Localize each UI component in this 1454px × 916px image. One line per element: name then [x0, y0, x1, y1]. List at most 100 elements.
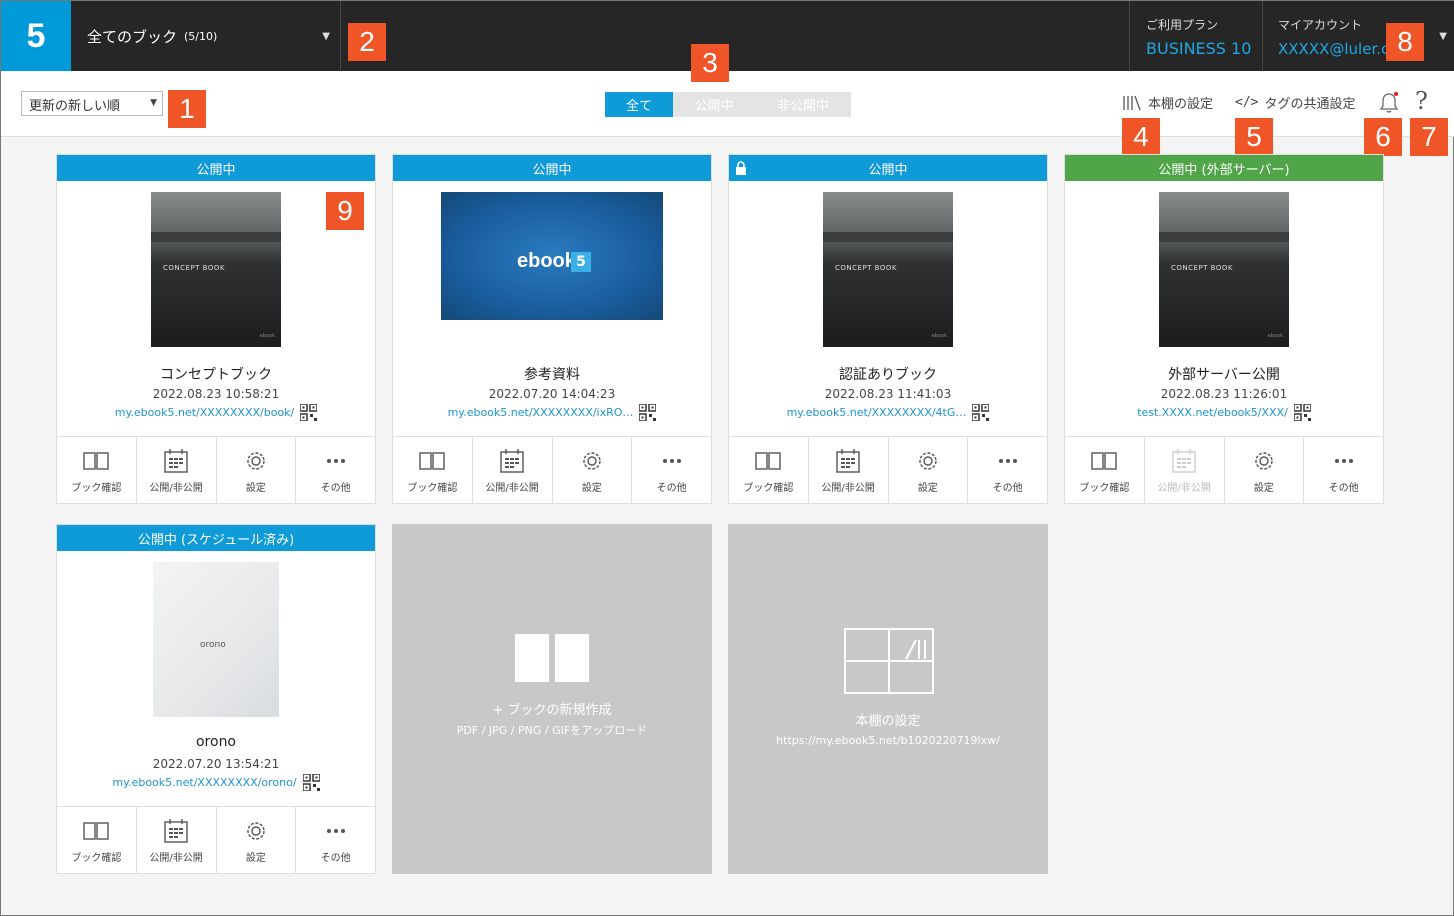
book-url-link[interactable]: my.ebook5.net/XXXXXXXX/ixRO… — [448, 406, 634, 419]
book-card[interactable]: 公開中 (外部サーバー) CONCEPT BOOK ebook 外部サーバー公開… — [1064, 154, 1384, 504]
cover-stamp: ebook — [259, 333, 275, 339]
book-card[interactable]: 公開中 ebook 5 参考資料 2022.07.20 14:04:23 my.… — [392, 154, 712, 504]
marker-9: 9 — [326, 192, 364, 230]
settings-button[interactable]: 設定 — [553, 437, 633, 503]
sort-dropdown[interactable]: 更新の新しい順 ▼ — [21, 91, 163, 116]
book-open-icon — [83, 452, 110, 470]
lock-icon — [736, 161, 746, 175]
settings-button[interactable]: 設定 — [889, 437, 969, 503]
preview-label: ブック確認 — [71, 483, 122, 494]
book-card[interactable]: 公開中 CONCEPT BOOK ebook 認証ありブック 2022.08.2… — [728, 154, 1048, 504]
gear-icon — [247, 452, 265, 470]
preview-label: ブック確認 — [71, 853, 122, 864]
tag-settings-link[interactable]: </> タグの共通設定 — [1235, 93, 1356, 112]
book-filter-dropdown[interactable]: 全てのブック (5/10) ▼ — [71, 1, 341, 71]
more-label: その他 — [320, 853, 351, 864]
book-name: コンセプトブック — [160, 367, 272, 383]
book-open-icon — [1091, 452, 1118, 470]
publish-label: 公開/非公開 — [149, 853, 203, 864]
qr-code-icon[interactable] — [639, 404, 657, 421]
status-badge: 公開中 — [729, 155, 1047, 181]
chevron-down-icon: ▼ — [150, 98, 157, 108]
tab-public[interactable]: 公開中 — [673, 92, 755, 117]
preview-button[interactable]: ブック確認 — [729, 437, 809, 503]
card-actions: ブック確認 公開/非公開 設定 その他 — [1065, 436, 1383, 503]
qr-code-icon[interactable] — [302, 774, 320, 791]
publish-toggle-button[interactable]: 公開/非公開 — [137, 437, 217, 503]
shelf-settings-tile[interactable]: 本棚の設定 https://my.ebook5.net/b1020220719l… — [728, 524, 1048, 874]
book-url-link[interactable]: my.ebook5.net/XXXXXXXX/4tG… — [787, 406, 967, 419]
book-url-row: my.ebook5.net/XXXXXXXX/4tG… — [729, 404, 1047, 421]
plan-label: ご利用プラン — [1146, 18, 1219, 32]
book-cover[interactable]: CONCEPT BOOK ebook — [151, 192, 281, 347]
settings-button[interactable]: 設定 — [217, 807, 297, 873]
settings-button[interactable]: 設定 — [217, 437, 297, 503]
more-dots-icon — [1334, 459, 1353, 463]
new-book-tile[interactable]: + ブックの新規作成 PDF / JPG / PNG / GIFをアップロード — [392, 524, 712, 874]
qr-code-icon[interactable] — [300, 404, 318, 421]
book-cover[interactable]: CONCEPT BOOK ebook — [1159, 192, 1289, 347]
preview-button[interactable]: ブック確認 — [393, 437, 473, 503]
more-button[interactable]: その他 — [968, 437, 1047, 503]
book-cover[interactable]: ebook 5 — [441, 192, 663, 320]
card-actions: ブック確認 公開/非公開 設定 その他 — [729, 436, 1047, 503]
status-filter-tabs: 全て 公開中 非公開中 — [605, 92, 851, 117]
gear-icon — [919, 452, 937, 470]
qr-code-icon[interactable] — [1293, 404, 1311, 421]
book-url-link[interactable]: my.ebook5.net/XXXXXXXX/orono/ — [112, 776, 296, 789]
more-button[interactable]: その他 — [1304, 437, 1383, 503]
cover-stamp: ebook — [931, 333, 947, 339]
notification-bell-icon[interactable] — [1379, 91, 1399, 115]
book-card[interactable]: 公開中 CONCEPT BOOK ebook 9 コンセプトブック 2022.0… — [56, 154, 376, 504]
calendar-icon — [164, 819, 188, 843]
status-badge: 公開中 (外部サーバー) — [1065, 155, 1383, 181]
help-icon[interactable]: ? — [1415, 87, 1428, 115]
book-name: 参考資料 — [524, 367, 580, 383]
calendar-icon — [836, 449, 860, 473]
book-filter-label: 全てのブック — [87, 27, 178, 46]
book-cover[interactable]: orono — [153, 562, 279, 717]
card-actions: ブック確認 公開/非公開 設定 その他 — [57, 806, 375, 873]
preview-button[interactable]: ブック確認 — [57, 807, 137, 873]
settings-button[interactable]: 設定 — [1225, 437, 1305, 503]
cover-decor — [823, 232, 953, 242]
marker-3: 3 — [691, 44, 729, 82]
more-label: その他 — [992, 483, 1023, 494]
account-menu[interactable]: マイアカウント XXXXX@luler.c ▼ — [1263, 1, 1454, 71]
preview-label: ブック確認 — [407, 483, 458, 494]
shelf-tile-title: 本棚の設定 — [855, 714, 921, 729]
publish-label: 公開/非公開 — [821, 483, 875, 494]
gear-icon — [583, 452, 601, 470]
status-label: 公開中 — [868, 162, 908, 178]
tab-private[interactable]: 非公開中 — [755, 92, 851, 117]
more-button[interactable]: その他 — [296, 807, 375, 873]
shelf-settings-link[interactable]: 本棚の設定 — [1122, 93, 1213, 112]
publish-toggle-button[interactable]: 公開/非公開 — [137, 807, 217, 873]
preview-button[interactable]: ブック確認 — [1065, 437, 1145, 503]
tag-settings-label: タグの共通設定 — [1264, 97, 1356, 112]
book-url-link[interactable]: my.ebook5.net/XXXXXXXX/book/ — [115, 406, 295, 419]
calendar-icon — [164, 449, 188, 473]
publish-toggle-button[interactable]: 公開/非公開 — [473, 437, 553, 503]
book-cover[interactable]: CONCEPT BOOK ebook — [823, 192, 953, 347]
publish-toggle-button: 公開/非公開 — [1145, 437, 1225, 503]
account-email: XXXXX@luler.c — [1278, 40, 1390, 58]
book-url-link[interactable]: test.XXXX.net/ebook5/XXX/ — [1137, 406, 1288, 419]
settings-label: 設定 — [1253, 483, 1274, 494]
book-card[interactable]: 公開中 (スケジュール済み) orono orono 2022.07.20 13… — [56, 524, 376, 874]
bookshelf-icon — [1123, 95, 1141, 110]
book-url-row: my.ebook5.net/XXXXXXXX/book/ — [57, 404, 375, 421]
more-button[interactable]: その他 — [296, 437, 375, 503]
tab-all[interactable]: 全て — [605, 92, 673, 117]
preview-button[interactable]: ブック確認 — [57, 437, 137, 503]
publish-toggle-button[interactable]: 公開/非公開 — [809, 437, 889, 503]
marker-2: 2 — [348, 23, 386, 61]
marker-6: 6 — [1364, 118, 1402, 156]
plan-info: ご利用プラン BUSINESS 10 — [1129, 1, 1263, 71]
card-actions: ブック確認 公開/非公開 設定 その他 — [393, 436, 711, 503]
more-button[interactable]: その他 — [632, 437, 711, 503]
chevron-down-icon: ▼ — [1439, 31, 1447, 42]
new-book-subtitle: PDF / JPG / PNG / GIFをアップロード — [456, 724, 648, 737]
qr-code-icon[interactable] — [972, 404, 990, 421]
app-logo[interactable]: 5 — [1, 1, 71, 71]
